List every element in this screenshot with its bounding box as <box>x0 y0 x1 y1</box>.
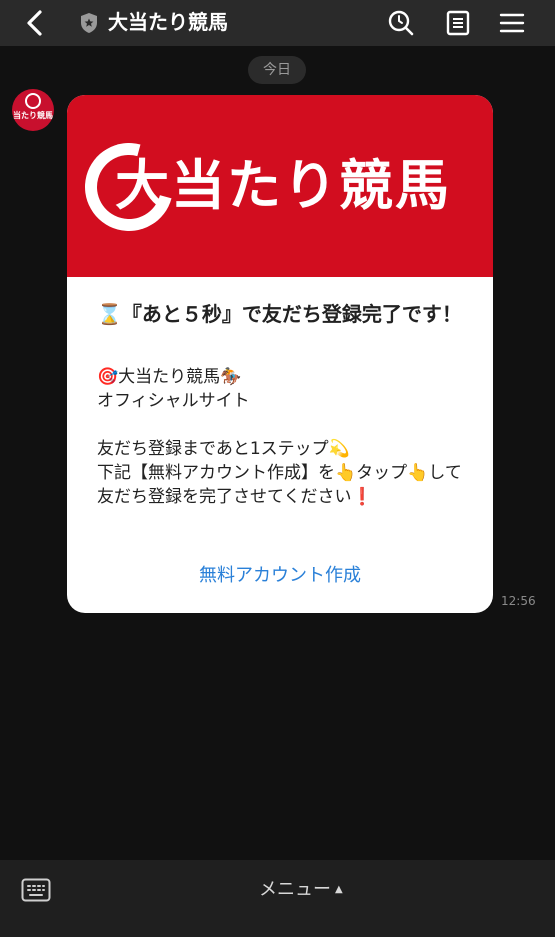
body-line-instruction: 下記【無料アカウント作成】を👆タップ👆して友だち登録を完了させてください❗ <box>97 463 462 507</box>
menu-button[interactable] <box>497 8 527 38</box>
card-title: ⌛『あと５秒』で友だち登録完了です！ <box>97 302 462 326</box>
search-icon <box>388 10 414 36</box>
hero-logo-text: 大当たり競馬 <box>115 154 451 217</box>
message-timestamp: 12:56 <box>501 594 536 608</box>
keyboard-button[interactable] <box>21 878 51 902</box>
body-line-brand: 🎯大当たり競馬🏇 <box>97 367 242 387</box>
caret-up-icon: ▲ <box>335 884 343 895</box>
body-line-site: オフィシャルサイト <box>97 391 250 411</box>
menu-label: メニュー <box>259 879 331 900</box>
create-free-account-link[interactable]: 無料アカウント作成 <box>67 561 493 591</box>
chat-header: 大当たり競馬 <box>0 0 555 46</box>
brand-mark-icon <box>25 93 41 109</box>
keyboard-icon <box>21 878 51 902</box>
date-separator: 今日 <box>248 56 306 84</box>
chat-title: 大当たり競馬 <box>108 10 228 34</box>
hamburger-menu-icon <box>499 13 525 33</box>
avatar-label: 当たり競馬 <box>13 111 53 120</box>
chat-screen: 大当たり競馬 今日 当たり競馬 大当たり競馬 ⌛『あと５秒』で友だち登録完了です… <box>0 0 555 937</box>
notes-button[interactable] <box>443 8 473 38</box>
message-card: 大当たり競馬 ⌛『あと５秒』で友だち登録完了です！ 🎯大当たり競馬🏇 オフィシャ… <box>67 95 493 613</box>
notes-icon <box>446 10 470 36</box>
back-button[interactable] <box>20 9 50 37</box>
body-spacer <box>97 413 467 437</box>
search-button[interactable] <box>386 8 416 38</box>
body-line-step: 友だち登録まであと1ステップ💫 <box>97 439 350 459</box>
shield-star-icon <box>79 12 99 34</box>
bottom-bar: メニュー ▲ <box>0 860 555 937</box>
hero-banner[interactable]: 大当たり競馬 <box>67 95 493 277</box>
chevron-left-icon <box>27 10 42 36</box>
rich-menu-toggle[interactable]: メニュー ▲ <box>259 878 343 902</box>
brand-logo: 大当たり競馬 <box>68 126 481 248</box>
avatar[interactable]: 当たり競馬 <box>12 89 54 131</box>
card-body: 🎯大当たり競馬🏇 オフィシャルサイト 友だち登録まであと1ステップ💫 下記【無料… <box>97 365 467 509</box>
